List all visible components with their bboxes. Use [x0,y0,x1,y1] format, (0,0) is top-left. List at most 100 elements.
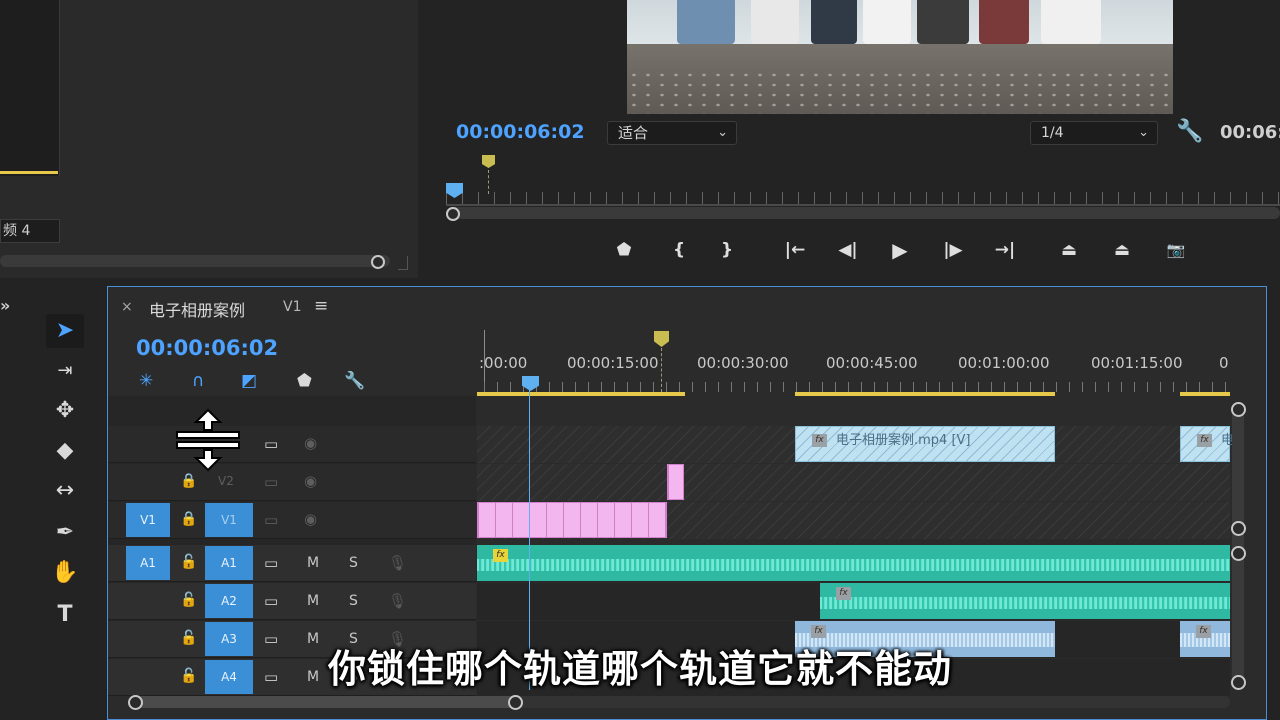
track-target-a2[interactable]: A2 [205,584,253,618]
track-header-a1[interactable]: A1 🔓 A1 ▭ M S 🎙 [108,545,476,582]
lift-button[interactable]: ⏏ [1054,237,1084,263]
step-forward-button[interactable]: |▶ [938,237,968,263]
ruler-label: :00:00 [479,354,528,372]
sync-lock-icon[interactable]: ▭ [264,511,278,529]
track-header-a2[interactable]: 🔓 A2 ▭ M S 🎙 [108,583,476,620]
sequence-tab-title[interactable]: 电子相册案例 [149,297,245,321]
double-chevron-right-icon[interactable]: » [0,296,10,315]
image-clip-sequence[interactable] [477,502,667,538]
scroll-knob[interactable] [1231,402,1246,417]
video-person [751,0,799,44]
audio-clip[interactable]: fx [477,545,1230,581]
project-zoom-slider[interactable] [0,255,390,267]
ruler-label: 00:00:15:00 [567,354,659,372]
work-area-bar[interactable] [477,392,685,396]
project-zoom-knob[interactable] [371,255,385,269]
eye-icon[interactable]: ◉ [304,434,317,452]
timeline-settings-wrench-icon[interactable]: 🔧 [344,371,365,391]
scroll-knob[interactable] [1231,521,1246,536]
ruler-label: 00:00:30:00 [697,354,789,372]
project-item-thumbnail[interactable] [0,0,60,176]
ruler-label: 00:01:00:00 [958,354,1050,372]
sync-lock-icon[interactable]: ▭ [264,473,278,491]
snap-magnet-icon[interactable]: ∩ [192,371,204,391]
play-button[interactable]: ▶ [885,237,915,263]
unlock-icon[interactable]: 🔓 [180,554,198,570]
track-target-a1[interactable]: A1 [205,546,253,580]
video-clip[interactable]: fx 电子相册案例.mp4 [V] [795,426,1055,462]
microphone-icon[interactable]: 🎙 [388,554,407,572]
lock-icon[interactable]: 🔒 [180,511,198,527]
mark-out-button[interactable]: } [712,237,742,263]
linked-selection-icon[interactable]: ◩ [241,371,257,391]
work-area-bar[interactable] [1180,392,1230,396]
project-item-label[interactable]: 频 4 [0,219,60,243]
solo-button[interactable]: S [349,593,358,609]
solo-button[interactable]: S [349,555,358,571]
track-header-v1[interactable]: V1 🔒 V1 ▭ ◉ [108,502,476,539]
program-zoom-scrollbar[interactable] [446,207,1280,219]
program-timecode[interactable]: 00:00:06:02 [456,121,585,143]
ruler-label: 00:01:15:00 [1091,354,1183,372]
sync-lock-icon[interactable]: ▭ [264,554,278,572]
video-person [863,0,911,44]
timeline-timecode[interactable]: 00:00:06:02 [136,336,278,360]
extract-button[interactable]: ⏏ [1107,237,1137,263]
eye-icon[interactable]: ◉ [304,510,317,528]
close-icon[interactable]: × [121,299,133,315]
mark-in-button[interactable]: { [664,237,694,263]
mute-button[interactable]: M [307,593,319,609]
go-to-out-button[interactable]: →| [990,237,1020,263]
add-marker-button[interactable]: ⬟ [609,237,639,263]
work-area-bar[interactable] [795,392,1055,396]
mute-button[interactable]: M [307,555,319,571]
selection-tool-icon[interactable]: ➤ [46,314,84,348]
zoom-level-select[interactable]: 适合 ⌄ [607,121,737,145]
step-back-button[interactable]: ◀| [833,237,863,263]
timeline-scroll-thumb[interactable] [135,696,520,708]
slip-tool-icon[interactable]: ↔ [46,474,84,508]
unlock-icon[interactable]: 🔓 [180,592,198,608]
lock-icon[interactable]: 🔒 [180,473,198,489]
program-video-frame [627,0,1173,114]
program-scroll-knob[interactable] [446,207,460,221]
ripple-edit-tool-icon[interactable]: ✥ [46,394,84,428]
hand-tool-icon[interactable]: ✋ [46,556,84,590]
fx-badge: fx [1197,434,1212,447]
type-tool-icon[interactable]: T [46,598,84,632]
pen-tool-icon[interactable]: ✒ [46,516,84,550]
add-marker-icon[interactable]: ⬟ [297,371,312,391]
source-patch-v1[interactable]: V1 [126,503,170,537]
playback-resolution-select[interactable]: 1/4 ⌄ [1030,121,1158,145]
marker-guide-line [661,348,662,392]
video-clip[interactable]: fx 电 [1180,426,1234,462]
video-subtitle: 你锁住哪个轨道哪个轨道它就不能动 [327,647,952,691]
track-select-tool-icon[interactable]: ⇥ [46,354,84,388]
wrench-icon[interactable]: 🔧 [1176,119,1203,144]
project-panel-resize-handle[interactable] [398,256,408,270]
track-lane-v2[interactable] [477,464,1230,501]
eye-icon[interactable]: ◉ [304,472,317,490]
sync-lock-icon[interactable]: ▭ [264,592,278,610]
sync-lock-icon[interactable]: ▭ [264,435,278,453]
microphone-icon[interactable]: 🎙 [388,592,407,610]
panel-menu-icon[interactable]: ≡ [314,296,328,316]
source-patch-a1[interactable]: A1 [126,546,170,580]
video-person [917,0,969,44]
track-header-v2[interactable]: 🔒 V2 ▭ ◉ [108,464,476,501]
go-to-in-button[interactable]: |← [780,237,810,263]
program-time-ruler[interactable] [446,192,1280,204]
audio-clip[interactable]: fx [820,583,1230,619]
scroll-knob[interactable] [508,695,523,710]
ruler-label: 00:00:45:00 [826,354,918,372]
track-header-v3[interactable]: ▭ ◉ [108,426,476,463]
export-frame-button[interactable]: 📷 [1161,237,1191,263]
nest-toggle-icon[interactable]: ✳ [139,371,153,391]
video-person [979,0,1029,44]
track-target-v2[interactable]: V2 [218,474,234,488]
scroll-knob[interactable] [1231,546,1246,561]
graphic-clip[interactable] [667,464,684,500]
track-target-v1[interactable]: V1 [205,503,253,537]
scroll-knob[interactable] [128,695,143,710]
razor-tool-icon[interactable]: ◆ [46,434,84,468]
